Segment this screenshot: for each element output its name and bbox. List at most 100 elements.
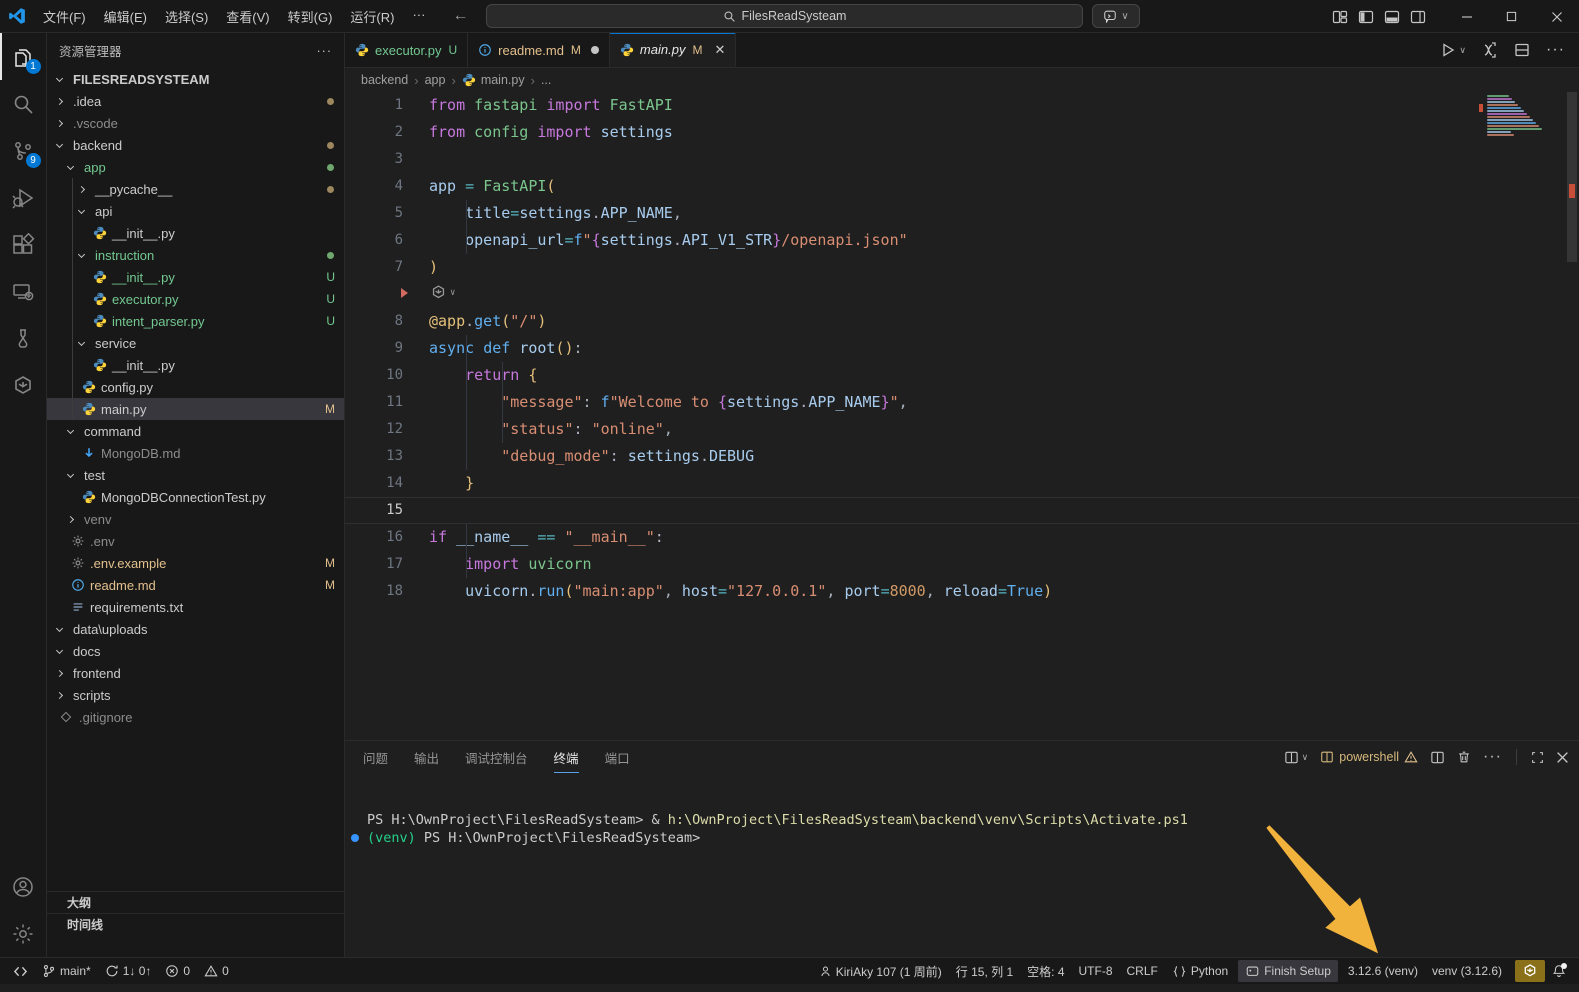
tree-item-.vscode[interactable]: .vscode (47, 112, 344, 134)
activitybar-account[interactable] (0, 863, 47, 910)
activitybar-settings[interactable] (0, 910, 47, 957)
tree-item-main.py[interactable]: main.pyM (47, 398, 344, 420)
tab-readme.md[interactable]: readme.mdM (468, 33, 610, 67)
status-language[interactable]: Python (1165, 960, 1235, 982)
menu-g[interactable]: 转到(G) (279, 3, 342, 30)
tree-item-frontend[interactable]: frontend (47, 662, 344, 684)
editor-more-actions-icon[interactable]: ··· (1546, 41, 1565, 59)
status-python-version[interactable]: 3.12.6 (venv) (1341, 960, 1425, 982)
code-editor[interactable]: 1from fastapi import FastAPI2from config… (345, 92, 1579, 740)
status-git-sync[interactable]: 1↓ 0↑ (98, 960, 159, 982)
tree-item-__pycache__[interactable]: __pycache__ (47, 178, 344, 200)
run-button[interactable]: ∨ (1440, 42, 1466, 58)
tree-item-intent_parser.py[interactable]: intent_parser.pyU (47, 310, 344, 332)
menu-s[interactable]: 选择(S) (156, 3, 217, 30)
tree-item-app[interactable]: app (47, 156, 344, 178)
split-editor-icon[interactable] (1514, 42, 1530, 58)
status-eol[interactable]: CRLF (1120, 960, 1165, 982)
terminal-tab-powershell[interactable]: powershell (1320, 750, 1418, 764)
tree-item-.env.example[interactable]: .env.exampleM (47, 552, 344, 574)
tree-item-test[interactable]: test (47, 464, 344, 486)
maximize-panel-icon[interactable] (1531, 751, 1544, 764)
tree-item-__init__.py[interactable]: __init__.py (47, 354, 344, 376)
tree-item-readme.md[interactable]: readme.mdM (47, 574, 344, 596)
status-git-branch[interactable]: main* (35, 960, 98, 982)
tree-item-venv[interactable]: venv (47, 508, 344, 530)
activitybar-source-control[interactable]: 9 (0, 127, 47, 174)
trash-icon[interactable] (1457, 750, 1471, 764)
tree-item-instruction[interactable]: instruction (47, 244, 344, 266)
activitybar-testing[interactable] (0, 315, 47, 362)
tree-item-executor.py[interactable]: executor.pyU (47, 288, 344, 310)
status-indentation[interactable]: 空格: 4 (1020, 960, 1071, 982)
breadcrumb-mainpy[interactable]: main.py (462, 73, 525, 87)
tree-item-service[interactable]: service (47, 332, 344, 354)
tree-item-config.py[interactable]: config.py (47, 376, 344, 398)
tree-item-requirements.txt[interactable]: requirements.txt (47, 596, 344, 618)
status-blame[interactable]: KiriAky 107 (1 周前) (812, 960, 949, 982)
breadcrumb-app[interactable]: app (425, 73, 446, 87)
terminal[interactable]: PS H:\OwnProject\FilesReadSysteam> & h:\… (345, 773, 1579, 847)
status-remote[interactable] (6, 960, 35, 982)
activitybar-run-debug[interactable] (0, 174, 47, 221)
tree-item-backend[interactable]: backend (47, 134, 344, 156)
status-notifications[interactable] (1545, 960, 1573, 982)
status-encoding[interactable]: UTF-8 (1072, 960, 1120, 982)
tree-item-MongoDBConnectionTest.py[interactable]: MongoDBConnectionTest.py (47, 486, 344, 508)
tree-item-docs[interactable]: docs (47, 640, 344, 662)
menu-r[interactable]: 运行(R) (341, 3, 403, 30)
status-venv[interactable]: venv (3.12.6) (1425, 960, 1509, 982)
toggle-sidebar-icon[interactable] (1358, 9, 1374, 25)
tree-item-.idea[interactable]: .idea (47, 90, 344, 112)
activitybar-extensions[interactable] (0, 221, 47, 268)
copilot-button[interactable]: ∨ (1092, 4, 1140, 28)
panel-tab-终端[interactable]: 终端 (554, 742, 579, 773)
split-terminal-icon[interactable]: ∨ (1284, 750, 1309, 765)
breadcrumb-backend[interactable]: backend (361, 73, 408, 87)
minimap[interactable] (1487, 95, 1545, 139)
status-finish-setup[interactable]: Finish Setup (1238, 960, 1338, 982)
outline-section[interactable]: 大纲 (47, 891, 344, 913)
tree-item-api[interactable]: api (47, 200, 344, 222)
timeline-section[interactable]: 时间线 (47, 913, 344, 935)
tree-item-__init__.py[interactable]: __init__.pyU (47, 266, 344, 288)
close-button[interactable] (1534, 0, 1579, 33)
split-pane-icon[interactable] (1430, 750, 1445, 765)
explorer-more-actions-icon[interactable]: ··· (317, 44, 333, 58)
activitybar-remote-explorer[interactable] (0, 268, 47, 315)
status-warnings[interactable]: 0 (197, 960, 236, 982)
inline-ai-widget[interactable]: ∨ (430, 284, 455, 301)
panel-tab-端口[interactable]: 端口 (605, 742, 630, 773)
close-tab-icon[interactable]: ✕ (714, 42, 725, 58)
tree-item-command[interactable]: command (47, 420, 344, 442)
menu-e[interactable]: 编辑(E) (95, 3, 156, 30)
breadcrumb-[interactable]: ... (541, 73, 551, 87)
tree-item-MongoDB.md[interactable]: MongoDB.md (47, 442, 344, 464)
tree-item-.gitignore[interactable]: .gitignore (47, 706, 344, 728)
tree-root[interactable]: FILESREADSYSTEAM (47, 68, 344, 90)
nav-back-icon[interactable]: ← (452, 7, 468, 25)
maximize-button[interactable] (1489, 0, 1534, 33)
status-errors[interactable]: 0 (158, 960, 197, 982)
activitybar-codegeex[interactable] (0, 362, 47, 409)
activitybar-search[interactable] (0, 80, 47, 127)
tree-item-datauploads[interactable]: data\uploads (47, 618, 344, 640)
tree-item-__init__.py[interactable]: __init__.py (47, 222, 344, 244)
tree-item-scripts[interactable]: scripts (47, 684, 344, 706)
toggle-secondary-sidebar-icon[interactable] (1410, 9, 1426, 25)
status-cursor-position[interactable]: 行 15, 列 1 (949, 960, 1020, 982)
tree-item-.env[interactable]: .env (47, 530, 344, 552)
close-panel-icon[interactable] (1556, 751, 1569, 764)
more-icon[interactable]: ··· (1483, 748, 1502, 766)
command-decoration-dot[interactable] (351, 834, 359, 842)
toggle-panel-icon[interactable] (1384, 9, 1400, 25)
menu-v[interactable]: 查看(V) (217, 3, 278, 30)
customize-layout-icon[interactable] (1332, 9, 1348, 25)
menu-f[interactable]: 文件(F) (34, 3, 95, 30)
activitybar-explorer[interactable]: 1 (0, 33, 47, 80)
command-center-search[interactable]: FilesReadSysteam (486, 4, 1083, 28)
minimize-button[interactable] (1444, 0, 1489, 33)
editor-scrollbar[interactable] (1565, 92, 1579, 740)
menu-[interactable]: ··· (403, 3, 434, 30)
panel-tab-问题[interactable]: 问题 (363, 742, 388, 773)
